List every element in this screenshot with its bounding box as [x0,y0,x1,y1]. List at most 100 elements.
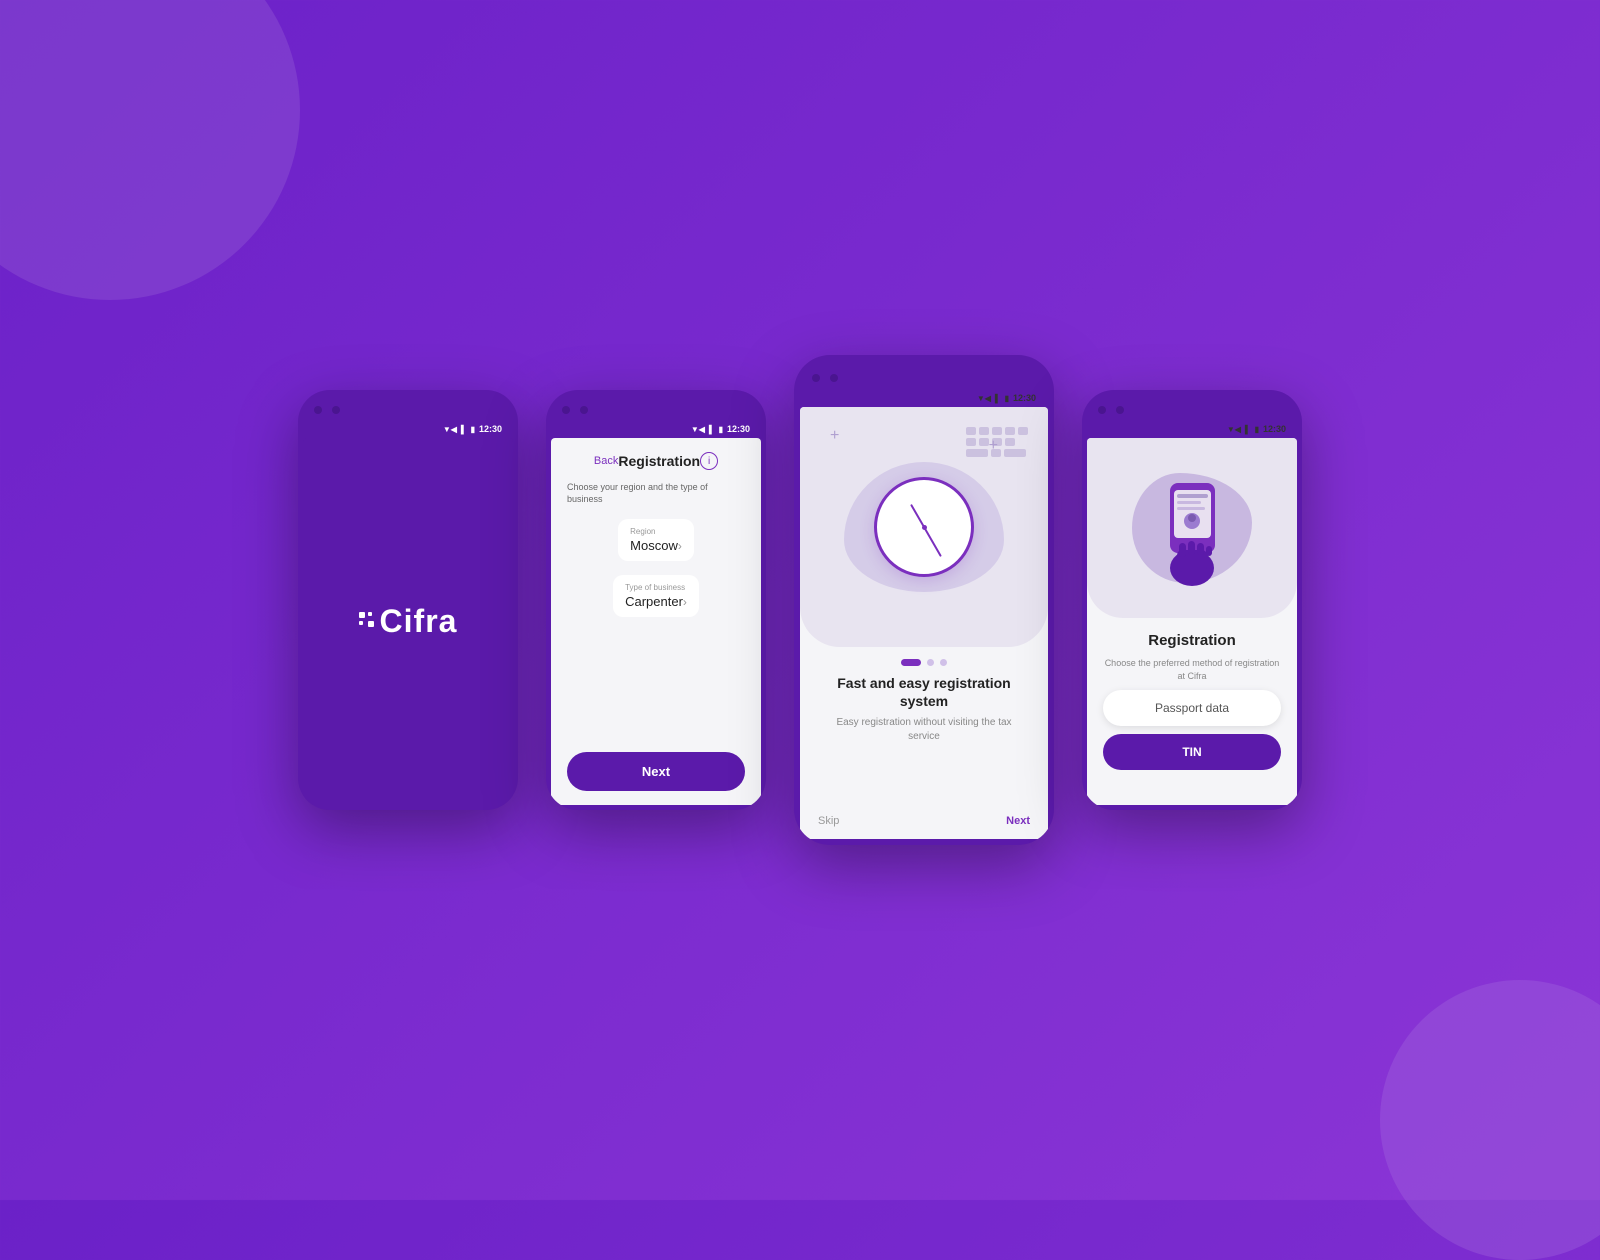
phone4-screen: Registration Choose the preferred method… [1087,438,1297,805]
tin-button[interactable]: TIN [1103,734,1281,770]
clock-center-dot [922,525,927,530]
phone3-camera-left [812,374,820,382]
dot-4 [368,621,374,627]
kb-key [1005,427,1015,435]
clock-inner [879,482,969,572]
business-value-row: Carpenter › [625,594,687,609]
phone-3: ▼◀ ▌ ▮ 12:30 [794,355,1054,845]
phone1-status-bar: ▼◀ ▌ ▮ 12:30 [298,422,518,438]
phone2-screen: Back Registration i Choose your region a… [551,438,761,805]
business-field[interactable]: Type of business Carpenter › [613,575,699,617]
phone3-top [794,355,1054,391]
phone4-status-bar: ▼◀ ▌ ▮ 12:30 [1082,422,1302,438]
phone3-wifi-icon: ▼◀ [977,394,991,403]
back-button[interactable]: Back [594,455,618,467]
phone3-battery-icon: ▮ [1005,394,1009,403]
dot-2 [927,659,934,666]
form-title: Registration [618,453,700,469]
phone2-status-bar: ▼◀ ▌ ▮ 12:30 [546,422,766,438]
next-text-button[interactable]: Next [1006,815,1030,827]
phone1-status-icons: ▼◀ ▌ ▮ 12:30 [443,424,502,434]
phone4-time: 12:30 [1263,424,1286,434]
phone2-top [546,390,766,422]
phone2-battery-icon: ▮ [719,425,723,434]
kb-key [979,427,989,435]
business-arrow-icon: › [683,595,687,609]
phone2-camera-left [562,406,570,414]
cifra-logo: Cifra [359,603,458,640]
phone1-screen: Cifra [303,438,513,805]
kb-key [966,438,976,446]
phone4-top [1082,390,1302,422]
onboarding-desc: Easy registration without visiting the t… [800,710,1048,744]
phone2-status-icons: ▼◀ ▌ ▮ 12:30 [691,424,750,434]
phone1-cameras [314,406,340,414]
dot-3 [940,659,947,666]
kb-key [991,449,1001,457]
phone2-cameras [562,406,588,414]
clock-circle [874,477,974,577]
cifra-dots-icon [359,612,374,627]
passport-button[interactable]: Passport data [1103,690,1281,726]
kb-key [966,427,976,435]
phone4-camera-left [1098,406,1106,414]
phone2-wifi-icon: ▼◀ [691,425,705,434]
bg-decoration-br [1380,980,1600,1260]
phone3-status-bar: ▼◀ ▌ ▮ 12:30 [794,391,1054,407]
phone3-time: 12:30 [1013,393,1036,403]
phone3-status-icons: ▼◀ ▌ ▮ 12:30 [977,393,1036,403]
phone3-camera-right [830,374,838,382]
dots-indicator [901,659,947,666]
phone1-camera-right [332,406,340,414]
phone2-camera-right [580,406,588,414]
hand-phone-svg [1142,468,1242,588]
info-icon[interactable]: i [700,452,718,470]
phone4-cameras [1098,406,1124,414]
dot-2 [368,612,372,616]
phone4-signal-icon: ▌ [1245,425,1251,434]
kb-key [1018,427,1028,435]
phone-2: ▼◀ ▌ ▮ 12:30 Back Registration i Choose … [546,390,766,810]
clock-hour-hand [910,504,925,528]
region-field[interactable]: Region Moscow › [618,519,694,561]
clock-minute-hand [923,527,942,557]
phone3-screen: + + Fast and eas [800,407,1048,839]
next-button[interactable]: Next [567,752,745,791]
bg-decoration-tl [0,0,300,300]
reg4-title: Registration [1148,632,1236,649]
onboarding-illustration: + + [800,407,1048,647]
reg-illustration [1087,438,1297,618]
phone2-time: 12:30 [727,424,750,434]
form-subtitle: Choose your region and the type of busin… [567,482,745,505]
form-header: Back Registration i [594,452,718,470]
onboarding-title: Fast and easy registration system [800,674,1048,710]
keyboard-icon [966,427,1028,460]
kb-key [1005,438,1015,446]
phone1-time: 12:30 [479,424,502,434]
onboarding-footer: Skip Next [800,803,1048,839]
phones-container: ▼◀ ▌ ▮ 12:30 Cifra [298,355,1302,845]
signal-icon: ▌ [461,425,467,434]
kb-key [992,427,1002,435]
phone2-signal-icon: ▌ [709,425,715,434]
phone4-battery-icon: ▮ [1255,425,1259,434]
dot-3 [359,621,363,625]
phone1-camera-left [314,406,322,414]
dot-1-active [901,659,921,666]
region-value: Moscow [630,538,678,553]
clock-illustration [874,477,974,577]
phone-4: ▼◀ ▌ ▮ 12:30 [1082,390,1302,810]
reg4-desc: Choose the preferred method of registrat… [1103,657,1281,682]
phone-1: ▼◀ ▌ ▮ 12:30 Cifra [298,390,518,810]
skip-button[interactable]: Skip [818,815,839,827]
wifi-icon: ▼◀ [443,425,457,434]
dot-1 [359,612,365,618]
region-value-row: Moscow › [630,538,682,553]
reg4-content: Registration Choose the preferred method… [1087,618,1297,805]
region-arrow-icon: › [678,539,682,553]
region-label: Region [630,527,682,536]
kb-key [979,438,989,446]
phone4-wifi-icon: ▼◀ [1227,425,1241,434]
phone3-cameras [812,374,838,382]
kb-key [992,438,1002,446]
